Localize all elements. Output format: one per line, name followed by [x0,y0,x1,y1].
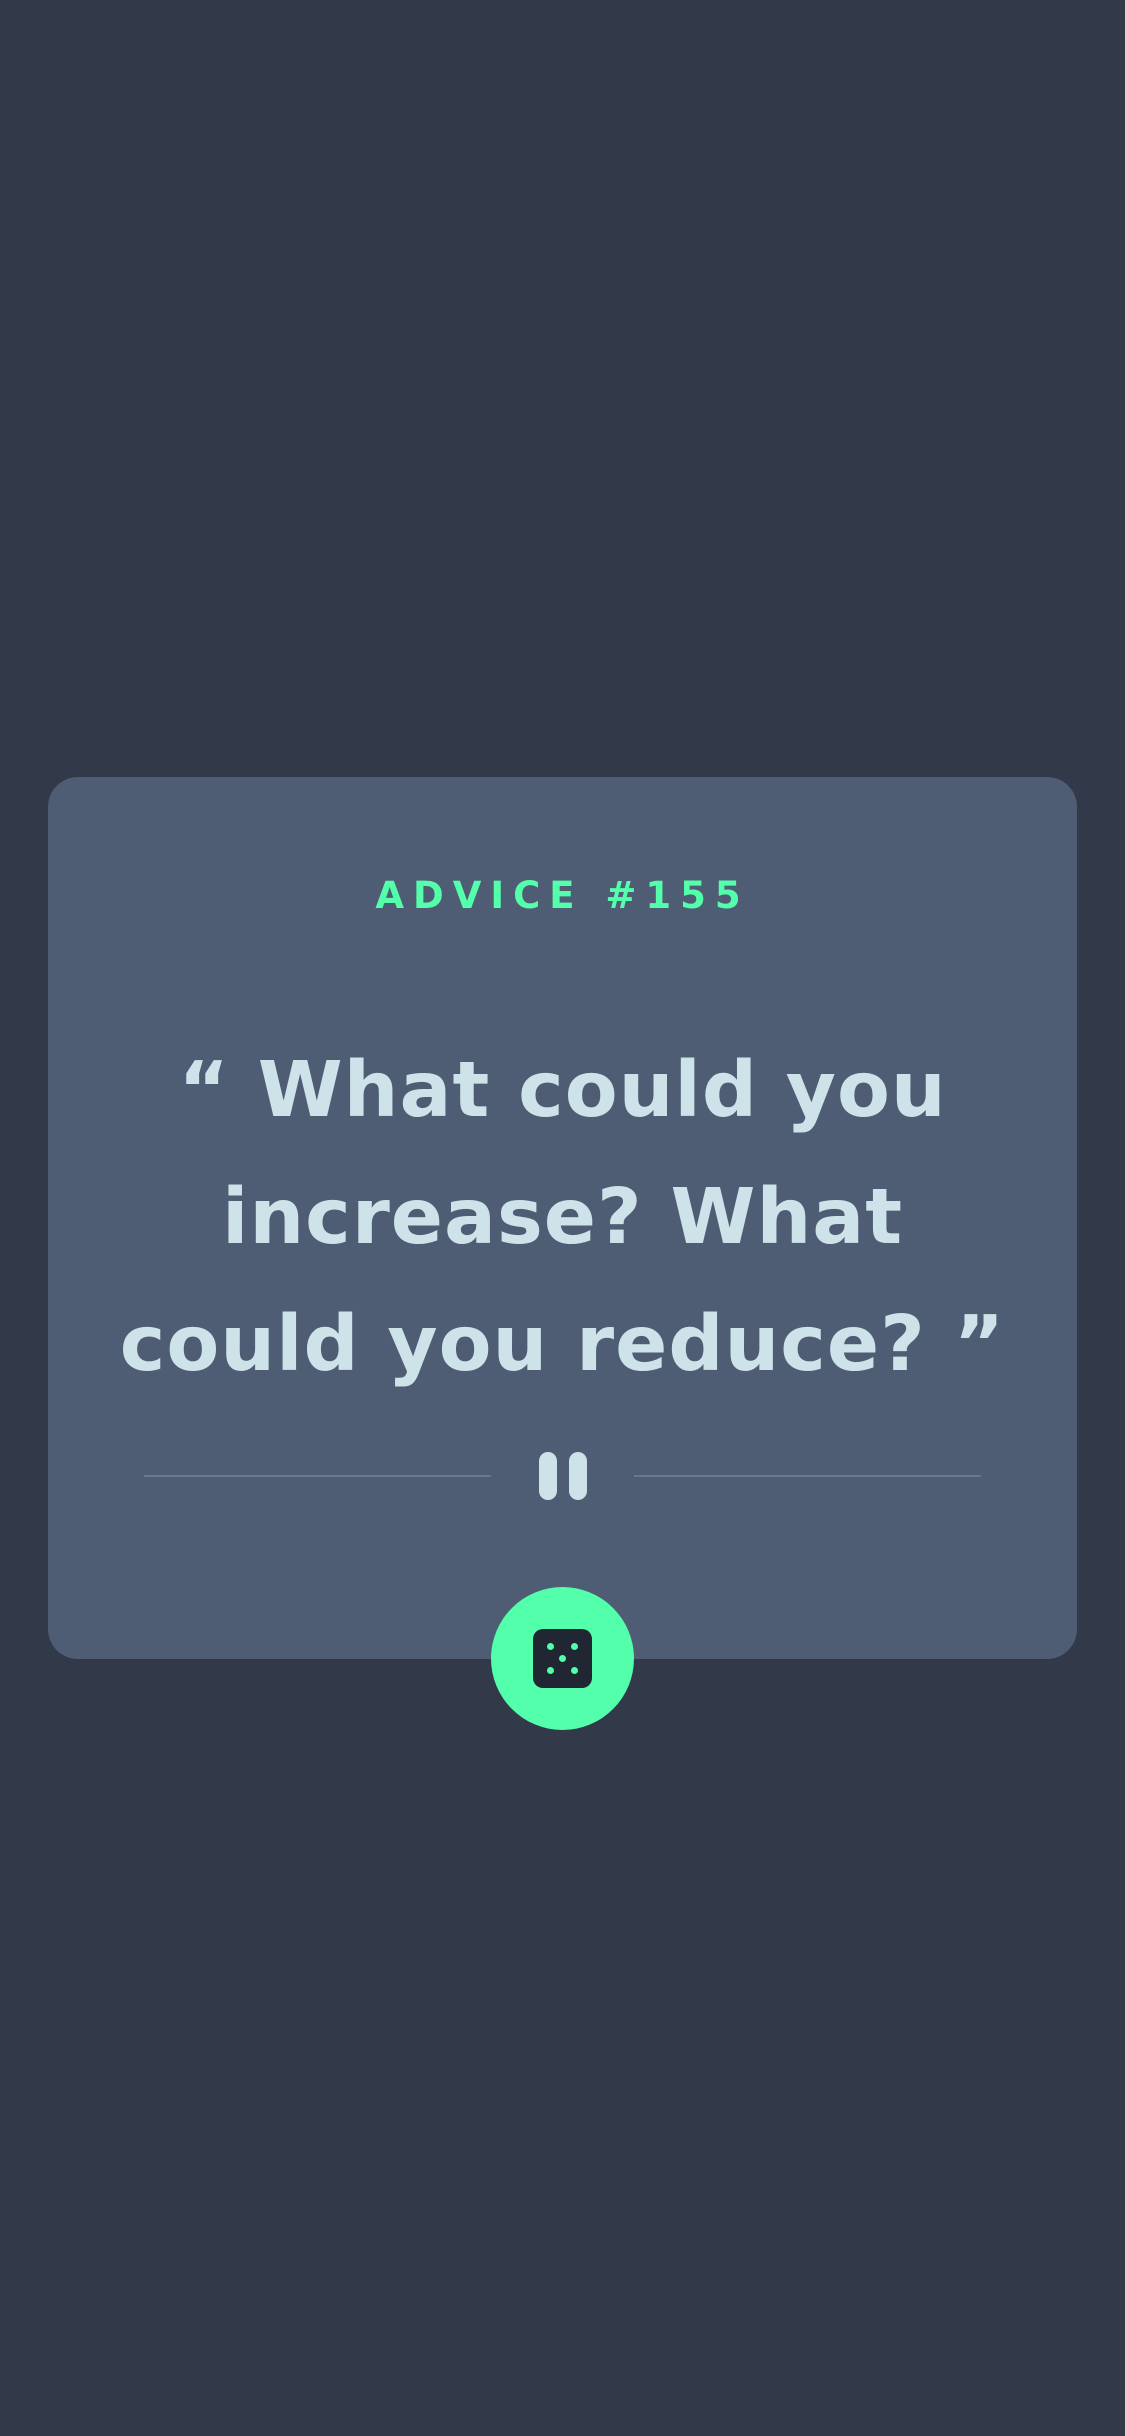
dice-icon [533,1629,592,1688]
advice-card: ADVICE #155 “ What could you increase? W… [48,777,1077,1659]
advice-quote: “ What could you increase? What could yo… [119,1046,1006,1389]
generate-advice-button[interactable] [491,1587,634,1730]
divider [144,1452,981,1500]
advice-id: ADVICE #155 [375,874,750,917]
divider-line-right [634,1475,981,1477]
divider-line-left [144,1475,491,1477]
pause-icon [533,1452,593,1500]
